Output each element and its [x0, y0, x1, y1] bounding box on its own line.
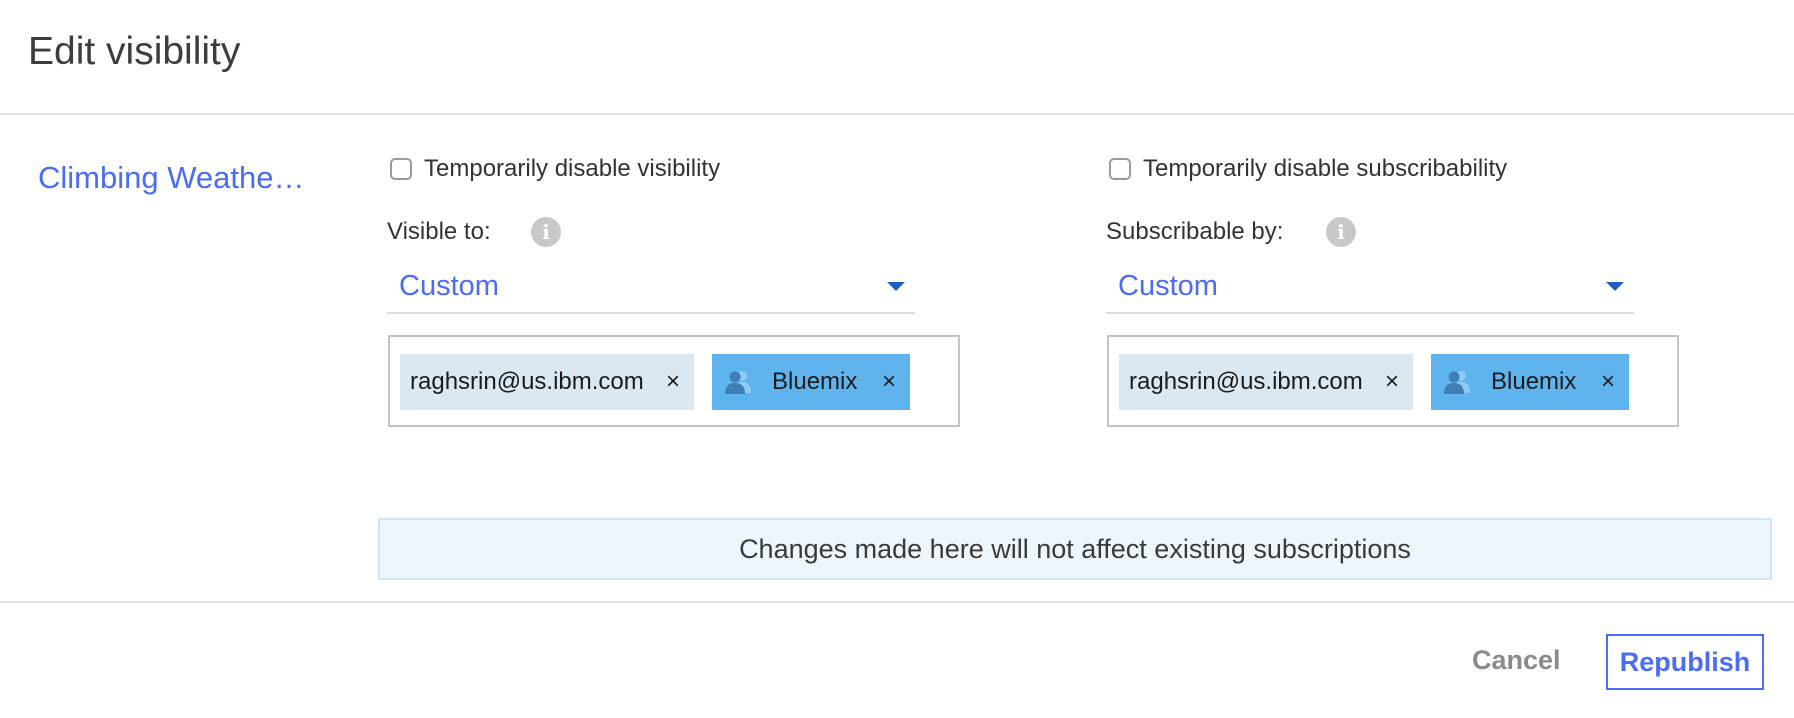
api-name-link[interactable]: Climbing Weathe…	[38, 160, 320, 196]
info-notice: Changes made here will not affect existi…	[378, 518, 1772, 580]
disable-visibility-checkbox[interactable]	[390, 158, 412, 180]
group-tag: Bluemix ×	[1431, 354, 1629, 410]
edit-visibility-dialog: Edit visibility Climbing Weathe… Tempora…	[0, 0, 1794, 718]
close-icon[interactable]: ×	[1601, 370, 1615, 394]
dialog-title: Edit visibility	[28, 30, 241, 73]
cancel-button[interactable]: Cancel	[1472, 645, 1561, 676]
visible-to-label: Visible to:	[387, 218, 491, 245]
subscribable-by-tag-input[interactable]: raghsrin@us.ibm.com × Bluemix ×	[1107, 335, 1679, 427]
subscribability-section: Temporarily disable subscribability Subs…	[1104, 0, 1704, 450]
republish-button[interactable]: Republish	[1606, 634, 1764, 690]
disable-visibility-label: Temporarily disable visibility	[424, 155, 721, 182]
user-tag: raghsrin@us.ibm.com ×	[1119, 354, 1413, 410]
caret-down-icon	[887, 282, 905, 291]
info-icon[interactable]: i	[1326, 217, 1356, 247]
info-icon[interactable]: i	[531, 217, 561, 247]
group-tag-label: Bluemix	[1491, 368, 1577, 395]
group-icon	[1444, 371, 1470, 394]
disable-visibility-row[interactable]: Temporarily disable visibility	[390, 155, 720, 183]
group-icon	[725, 371, 751, 394]
group-tag: Bluemix ×	[712, 354, 910, 410]
close-icon[interactable]: ×	[882, 370, 896, 394]
disable-subscribability-row[interactable]: Temporarily disable subscribability	[1109, 155, 1507, 183]
visible-to-select[interactable]: Custom	[387, 262, 915, 314]
close-icon[interactable]: ×	[1385, 370, 1399, 394]
visible-to-value: Custom	[399, 270, 499, 302]
subscribable-by-select[interactable]: Custom	[1106, 262, 1634, 314]
subscribable-by-value: Custom	[1118, 270, 1218, 302]
visible-to-tag-input[interactable]: raghsrin@us.ibm.com × Bluemix ×	[388, 335, 960, 427]
visibility-section: Temporarily disable visibility Visible t…	[385, 0, 985, 450]
disable-subscribability-checkbox[interactable]	[1109, 158, 1131, 180]
subscribable-by-label: Subscribable by:	[1106, 218, 1284, 245]
user-tag-label: raghsrin@us.ibm.com	[1129, 368, 1363, 395]
user-tag: raghsrin@us.ibm.com ×	[400, 354, 694, 410]
footer-divider	[0, 601, 1794, 603]
disable-subscribability-label: Temporarily disable subscribability	[1143, 155, 1508, 182]
close-icon[interactable]: ×	[666, 370, 680, 394]
caret-down-icon	[1606, 282, 1624, 291]
user-tag-label: raghsrin@us.ibm.com	[410, 368, 644, 395]
group-tag-label: Bluemix	[772, 368, 858, 395]
